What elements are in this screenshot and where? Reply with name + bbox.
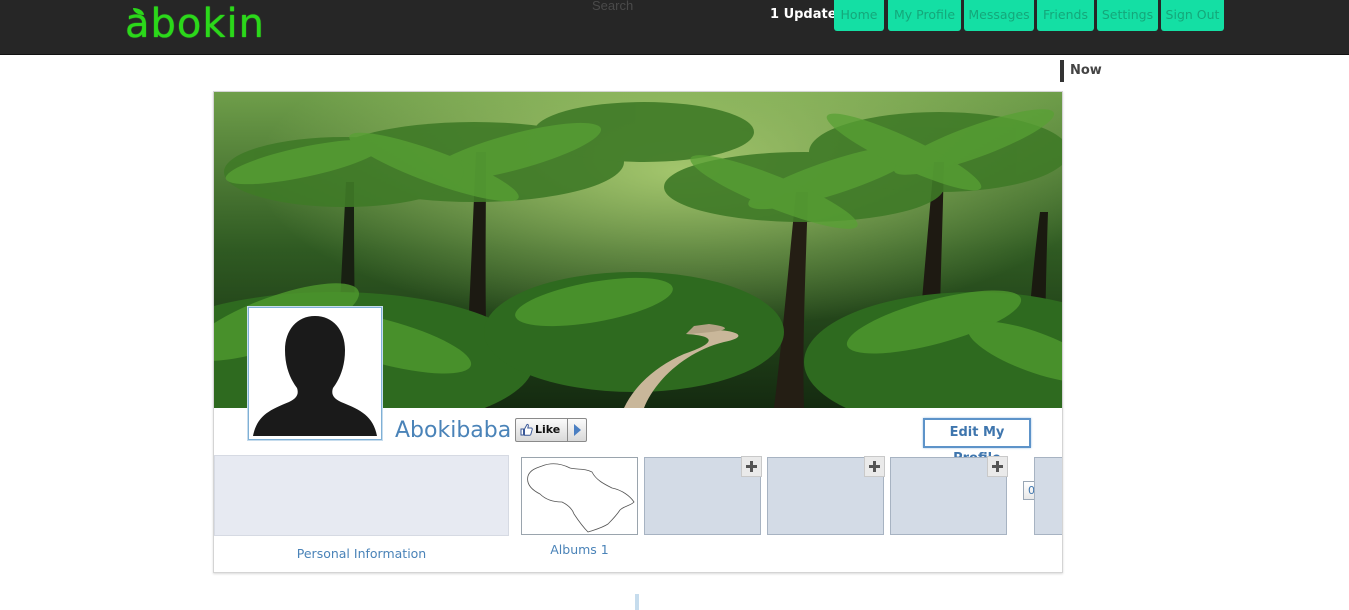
- albums-link[interactable]: Albums 1: [521, 542, 638, 557]
- personal-info-box[interactable]: [214, 455, 509, 536]
- top-navbar: abokin 1 Update Home My Profile Messages…: [0, 0, 1349, 55]
- profile-card: Abokibaba Like Edit My Profile Personal …: [213, 91, 1063, 573]
- photo-slot-partial[interactable]: [1034, 457, 1062, 535]
- updates-link[interactable]: 1 Update: [770, 7, 837, 22]
- site-logo[interactable]: abokin: [125, 0, 265, 50]
- feed-divider: [635, 594, 639, 610]
- add-photo-icon[interactable]: [987, 456, 1008, 477]
- default-avatar-silhouette-icon: [253, 316, 377, 436]
- edit-profile-button[interactable]: Edit My Profile: [923, 418, 1031, 466]
- personal-info-link[interactable]: Personal Information: [214, 546, 509, 561]
- nav-friends-button[interactable]: Friends: [1037, 0, 1094, 31]
- timeline-now-link[interactable]: Now: [1070, 63, 1102, 78]
- add-photo-icon[interactable]: [741, 456, 762, 477]
- logo-text: abokin: [125, 1, 266, 47]
- profile-name[interactable]: Abokibaba: [395, 418, 511, 443]
- search-input[interactable]: [588, 0, 746, 14]
- photo-slot[interactable]: [767, 456, 885, 535]
- thumbs-up-icon: [520, 423, 533, 436]
- nav-my-profile-button[interactable]: My Profile: [888, 0, 961, 31]
- nav-messages-button[interactable]: Messages: [964, 0, 1034, 31]
- nav-sign-out-button[interactable]: Sign Out: [1161, 0, 1224, 31]
- photo-slot[interactable]: [890, 456, 1008, 535]
- play-arrow-icon[interactable]: [567, 419, 587, 441]
- add-photo-icon[interactable]: [864, 456, 885, 477]
- photo-slot[interactable]: [644, 456, 762, 535]
- profile-avatar[interactable]: [248, 307, 382, 440]
- nav-settings-button[interactable]: Settings: [1097, 0, 1158, 31]
- timeline-marker: [1060, 60, 1064, 82]
- album-thumbnail[interactable]: [521, 457, 638, 535]
- like-label: Like: [535, 423, 561, 436]
- africa-map-icon: [527, 463, 635, 533]
- like-button[interactable]: Like: [515, 418, 587, 442]
- nav-home-button[interactable]: Home: [834, 0, 884, 31]
